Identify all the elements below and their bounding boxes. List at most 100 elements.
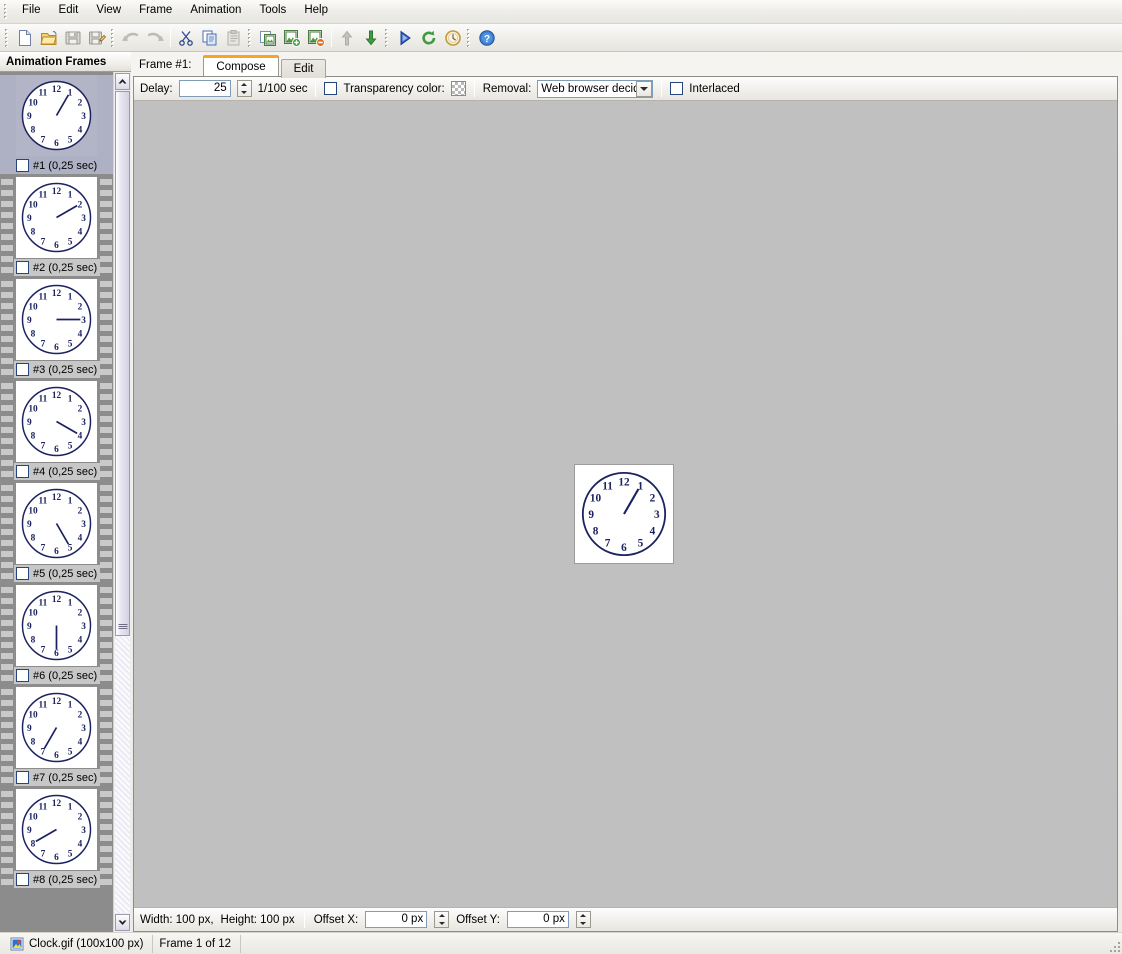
status-frame-cell: Frame 1 of 12	[153, 934, 242, 953]
svg-text:5: 5	[68, 543, 73, 553]
svg-text:12: 12	[52, 85, 62, 95]
tab-edit[interactable]: Edit	[280, 59, 327, 78]
frame-caption: #3 (0,25 sec)	[33, 363, 98, 376]
filmstrip-list[interactable]: 1 2 3 4 5 6 7 8 9 10 11 12 #1 (0,25 sec) 1 2 3 4 5 6 7 8 9 10 1…	[0, 72, 113, 932]
filmstrip-sprockets-right	[100, 75, 112, 174]
compose-canvas[interactable]: 1 2 3 4 5 6 7 8 9 10 11 12	[134, 101, 1117, 907]
toolbar-drag-grip-5[interactable]	[467, 28, 472, 47]
menu-file[interactable]: File	[13, 2, 50, 21]
timing-button[interactable]	[441, 26, 465, 50]
svg-text:2: 2	[78, 506, 83, 516]
frame-list-item[interactable]: 1 2 3 4 5 6 7 8 9 10 11 12 #3 (0,25 sec)	[0, 279, 113, 378]
delay-input[interactable]: 25	[178, 80, 231, 97]
svg-text:4: 4	[78, 125, 83, 135]
svg-text:3: 3	[81, 622, 86, 632]
removal-select[interactable]: Web browser decide	[537, 79, 654, 98]
frame-select-checkbox[interactable]	[16, 873, 29, 886]
frame-thumbnail[interactable]: 1 2 3 4 5 6 7 8 9 10 11 12	[16, 483, 97, 564]
frame-thumbnail[interactable]: 1 2 3 4 5 6 7 8 9 10 11 12	[16, 381, 97, 462]
frame-thumbnail[interactable]: 1 2 3 4 5 6 7 8 9 10 11 12	[16, 279, 97, 360]
delete-frame-button[interactable]	[304, 26, 328, 50]
frame-list-item[interactable]: 1 2 3 4 5 6 7 8 9 10 11 12 #7 (0,25 sec)	[0, 687, 113, 786]
frame-thumbnail[interactable]: 1 2 3 4 5 6 7 8 9 10 11 12	[16, 177, 97, 258]
menu-edit[interactable]: Edit	[50, 2, 88, 21]
open-file-button[interactable]	[37, 26, 61, 50]
svg-text:1: 1	[68, 394, 73, 404]
frame-select-checkbox[interactable]	[16, 567, 29, 580]
frame-select-checkbox[interactable]	[16, 771, 29, 784]
transparency-color-swatch[interactable]	[450, 81, 466, 96]
transparency-color-checkbox[interactable]	[324, 82, 338, 95]
svg-text:7: 7	[41, 339, 46, 349]
menu-animation[interactable]: Animation	[181, 2, 250, 21]
frame-select-checkbox[interactable]	[16, 159, 29, 172]
removal-dropdown-arrow[interactable]	[636, 80, 653, 97]
frame-thumbnail[interactable]: 1 2 3 4 5 6 7 8 9 10 11 12	[16, 687, 97, 768]
offset-y-stepper[interactable]	[575, 911, 591, 928]
save-file-button[interactable]	[61, 26, 85, 50]
copy-pages-icon	[202, 30, 217, 45]
filmstrip-sprockets-right	[100, 585, 112, 684]
move-frame-down-button[interactable]	[359, 26, 383, 50]
menu-frame[interactable]: Frame	[130, 2, 181, 21]
filmstrip-sprockets-right	[100, 687, 112, 786]
menu-tools[interactable]: Tools	[250, 2, 295, 21]
menu-help[interactable]: Help	[295, 2, 337, 21]
interlaced-checkbox[interactable]	[670, 82, 684, 95]
frame-image[interactable]: 1 2 3 4 5 6 7 8 9 10 11 12	[574, 464, 674, 564]
frame-select-checkbox[interactable]	[16, 363, 29, 376]
scroll-track[interactable]	[115, 91, 130, 913]
toolbar-drag-grip-4[interactable]	[385, 28, 390, 47]
duplicate-frame-button[interactable]	[256, 26, 280, 50]
save-as-button[interactable]	[85, 26, 109, 50]
help-button[interactable]: ?	[475, 26, 499, 50]
frame-list-item[interactable]: 1 2 3 4 5 6 7 8 9 10 11 12 #1 (0,25 sec)	[0, 75, 113, 174]
svg-text:5: 5	[68, 135, 73, 145]
undo-button[interactable]	[119, 26, 143, 50]
frame-list-item[interactable]: 1 2 3 4 5 6 7 8 9 10 11 12 #2 (0,25 sec)	[0, 177, 113, 276]
loop-animation-button[interactable]	[417, 26, 441, 50]
svg-text:10: 10	[28, 302, 38, 312]
toolbar-drag-grip-3[interactable]	[248, 28, 253, 47]
frame-select-checkbox[interactable]	[16, 669, 29, 682]
svg-text:10: 10	[28, 98, 38, 108]
copy-button[interactable]	[198, 26, 222, 50]
move-frame-up-button[interactable]	[335, 26, 359, 50]
svg-text:1: 1	[68, 700, 73, 710]
frames-vertical-scrollbar[interactable]	[113, 72, 131, 932]
frame-list-item[interactable]: 1 2 3 4 5 6 7 8 9 10 11 12 #4 (0,25 sec)	[0, 381, 113, 480]
frame-list-item[interactable]: 1 2 3 4 5 6 7 8 9 10 11 12 #5 (0,25 sec)	[0, 483, 113, 582]
scroll-thumb[interactable]	[115, 91, 130, 636]
frame-thumbnail[interactable]: 1 2 3 4 5 6 7 8 9 10 11 12	[16, 75, 97, 156]
menu-view[interactable]: View	[87, 2, 130, 21]
tab-compose[interactable]: Compose	[203, 55, 279, 76]
delay-stepper[interactable]	[236, 80, 252, 97]
new-file-button[interactable]	[13, 26, 37, 50]
menubar-drag-grip[interactable]	[4, 3, 9, 20]
scroll-up-button[interactable]	[115, 73, 130, 90]
svg-text:9: 9	[27, 622, 32, 632]
frame-thumbnail[interactable]: 1 2 3 4 5 6 7 8 9 10 11 12	[16, 585, 97, 666]
redo-button[interactable]	[143, 26, 167, 50]
frame-caption: #5 (0,25 sec)	[33, 567, 98, 580]
window-resize-grip[interactable]	[1107, 939, 1120, 952]
add-frame-button[interactable]	[280, 26, 304, 50]
svg-text:5: 5	[68, 441, 73, 451]
frame-select-checkbox[interactable]	[16, 465, 29, 478]
svg-text:2: 2	[78, 812, 83, 822]
cut-button[interactable]	[174, 26, 198, 50]
toolbar-drag-grip-2[interactable]	[111, 28, 116, 47]
svg-text:8: 8	[31, 227, 36, 237]
scroll-down-button[interactable]	[115, 914, 130, 931]
play-animation-button[interactable]	[393, 26, 417, 50]
frame-list-item[interactable]: 1 2 3 4 5 6 7 8 9 10 11 12 #8 (0,25 sec)	[0, 789, 113, 888]
frame-select-checkbox[interactable]	[16, 261, 29, 274]
paste-button[interactable]	[222, 26, 246, 50]
toolbar-drag-grip-1[interactable]	[5, 28, 10, 47]
offset-y-input[interactable]: 0 px	[506, 911, 569, 928]
frame-list-item[interactable]: 1 2 3 4 5 6 7 8 9 10 11 12 #6 (0,25 sec)	[0, 585, 113, 684]
offset-x-input[interactable]: 0 px	[365, 911, 428, 928]
frame-thumbnail[interactable]: 1 2 3 4 5 6 7 8 9 10 11 12	[16, 789, 97, 870]
svg-text:12: 12	[618, 476, 630, 488]
offset-x-stepper[interactable]	[434, 911, 450, 928]
